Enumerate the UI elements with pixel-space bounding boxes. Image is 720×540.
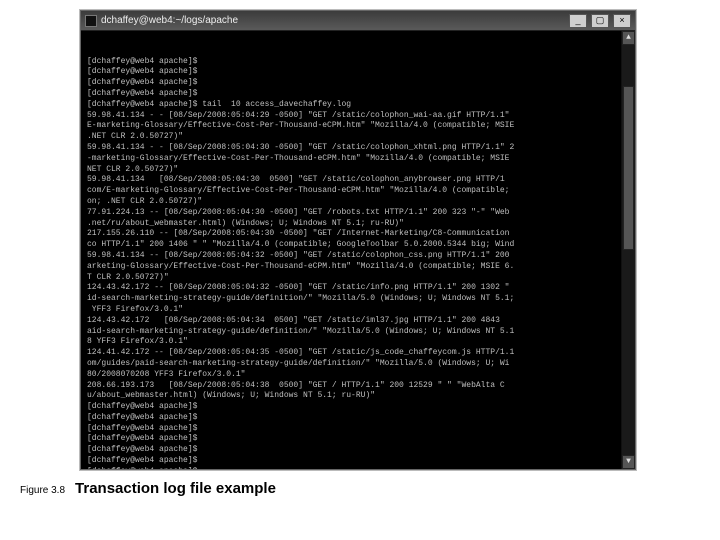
terminal-line: 217.155.26.110 -- [08/Sep/2008:05:04:30 … <box>87 229 629 240</box>
figure-number: Figure 3.8 <box>20 485 65 496</box>
terminal-line: 124.43.42.172 [08/Sep/2008:05:04:34 0500… <box>87 316 629 327</box>
maximize-button[interactable]: ▢ <box>591 14 609 28</box>
terminal-line: 8 YFF3 Firefox/3.0.1" <box>87 337 629 348</box>
terminal-line: [dchaffey@web4 apache]$ <box>87 89 629 100</box>
terminal-line: [dchaffey@web4 apache]$ <box>87 424 629 435</box>
scroll-down-button[interactable]: ▼ <box>622 455 635 469</box>
terminal-line: YFF3 Firefox/3.0.1" <box>87 305 629 316</box>
scroll-thumb[interactable] <box>623 86 634 250</box>
terminal-line: com/E-marketing-Glossary/Effective-Cost-… <box>87 186 629 197</box>
terminal-line: [dchaffey@web4 apache]$ tail 10 access_d… <box>87 100 629 111</box>
scroll-track[interactable] <box>622 45 635 455</box>
terminal-line: [dchaffey@web4 apache]$ <box>87 413 629 424</box>
terminal-line: on; .NET CLR 2.0.50727)" <box>87 197 629 208</box>
terminal-window: dchaffey@web4:~/logs/apache _ ▢ × [dchaf… <box>80 10 636 470</box>
terminal-line: om/guides/paid-search-marketing-strategy… <box>87 359 629 370</box>
terminal-line: 59.98.41.134 [08/Sep/2008:05:04:30 0500]… <box>87 175 629 186</box>
terminal-line: 59.98.41.134 - - [08/Sep/2008:05:04:30 -… <box>87 143 629 154</box>
scroll-up-button[interactable]: ▲ <box>622 31 635 45</box>
terminal-line: 124.43.42.172 -- [08/Sep/2008:05:04:32 -… <box>87 283 629 294</box>
terminal-line: [dchaffey@web4 apache]$ <box>87 456 629 467</box>
terminal-line: [dchaffey@web4 apache]$ <box>87 467 629 469</box>
terminal-line: 124.41.42.172 -- [08/Sep/2008:05:04:35 -… <box>87 348 629 359</box>
terminal-viewport[interactable]: [dchaffey@web4 apache]$[dchaffey@web4 ap… <box>81 31 635 469</box>
terminal-line: [dchaffey@web4 apache]$ <box>87 78 629 89</box>
terminal-line: -marketing-Glossary/Effective-Cost-Per-T… <box>87 154 629 165</box>
terminal-icon <box>85 15 97 27</box>
terminal-line: 59.98.41.134 - - [08/Sep/2008:05:04:29 -… <box>87 111 629 122</box>
figure-title: Transaction log file example <box>75 480 276 497</box>
terminal-line: .net/ru/about_webmaster.html) (Windows; … <box>87 219 629 230</box>
terminal-line: T CLR 2.0.50727)" <box>87 273 629 284</box>
window-titlebar[interactable]: dchaffey@web4:~/logs/apache _ ▢ × <box>81 11 635 31</box>
terminal-line: [dchaffey@web4 apache]$ <box>87 434 629 445</box>
terminal-line: [dchaffey@web4 apache]$ <box>87 67 629 78</box>
terminal-line: aid-search-marketing-strategy-guide/defi… <box>87 327 629 338</box>
terminal-line: [dchaffey@web4 apache]$ <box>87 57 629 68</box>
window-title: dchaffey@web4:~/logs/apache <box>101 15 565 26</box>
scrollbar[interactable]: ▲ ▼ <box>621 31 635 469</box>
terminal-line: co HTTP/1.1" 200 1406 " " "Mozilla/4.0 (… <box>87 240 629 251</box>
terminal-line: .NET CLR 2.0.50727)" <box>87 132 629 143</box>
terminal-line: u/about_webmaster.html) (Windows; U; Win… <box>87 391 629 402</box>
terminal-line: 59.98.41.134 -- [08/Sep/2008:05:04:32 -0… <box>87 251 629 262</box>
terminal-line: NET CLR 2.0.50727)" <box>87 165 629 176</box>
terminal-line: 80/2008070208 YFF3 Firefox/3.0.1" <box>87 370 629 381</box>
close-button[interactable]: × <box>613 14 631 28</box>
terminal-line: 208.66.193.173 [08/Sep/2008:05:04:38 050… <box>87 381 629 392</box>
terminal-line: id-search-marketing-strategy-guide/defin… <box>87 294 629 305</box>
terminal-line: [dchaffey@web4 apache]$ <box>87 445 629 456</box>
terminal-line: [dchaffey@web4 apache]$ <box>87 402 629 413</box>
terminal-line: arketing-Glossary/Effective-Cost-Per-Tho… <box>87 262 629 273</box>
figure-caption: Figure 3.8 Transaction log file example <box>20 480 276 497</box>
terminal-line: E-marketing-Glossary/Effective-Cost-Per-… <box>87 121 629 132</box>
minimize-button[interactable]: _ <box>569 14 587 28</box>
terminal-line: 77.91.224.13 -- [08/Sep/2008:05:04:30 -0… <box>87 208 629 219</box>
